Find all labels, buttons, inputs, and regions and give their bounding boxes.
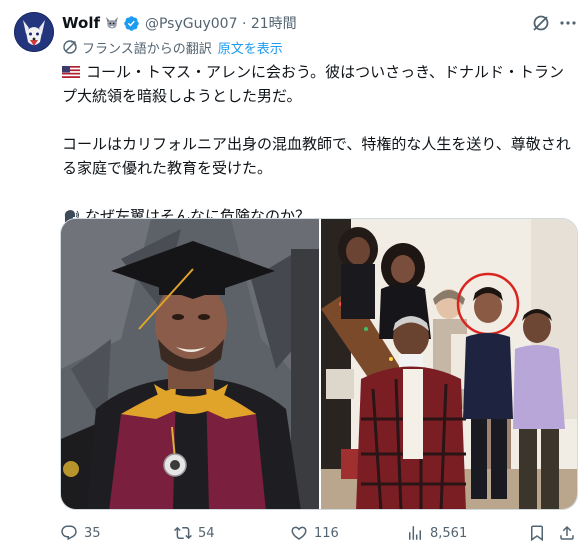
like-count: 116 — [314, 525, 339, 541]
wolf-avatar-image — [14, 12, 54, 52]
show-original-link[interactable]: 原文を表示 — [218, 38, 283, 57]
view-count: 8,561 — [430, 525, 468, 541]
avatar[interactable] — [14, 12, 54, 52]
grok-icon[interactable] — [531, 13, 551, 33]
reply-button[interactable]: 35 — [60, 521, 101, 545]
translate-icon — [62, 39, 78, 55]
media-grid[interactable] — [60, 218, 578, 510]
action-bar: 35 54 116 8,561 — [60, 521, 578, 545]
bookmark-icon — [531, 525, 543, 542]
repost-button[interactable]: 54 — [174, 521, 215, 545]
repost-icon — [174, 526, 192, 540]
views-icon — [409, 526, 421, 540]
share-button[interactable] — [558, 521, 582, 545]
share-icon — [560, 525, 574, 540]
tweet-line-2: コールはカリフォルニア出身の混血教師で、特権的な人生を送り、尊敬される家庭で優れ… — [62, 135, 571, 177]
views-button[interactable]: 8,561 — [406, 521, 467, 545]
translation-label: フランス語からの翻訳 — [82, 41, 212, 57]
tweet-paragraph-1: コール・トマス・アレンに会おう。彼はついさっき、ドナルド・トランプ大統領を暗殺し… — [62, 60, 574, 108]
tweet[interactable]: Wolf @PsyGuy007 · 21時間 フランス語からの翻訳 原文を表示 … — [0, 0, 585, 552]
graduation-portrait-photo[interactable] — [61, 219, 319, 509]
author-name[interactable]: Wolf — [62, 14, 100, 32]
author-handle-time[interactable]: @PsyGuy007 · 21時間 — [145, 13, 297, 33]
bookmark-button[interactable] — [528, 521, 552, 545]
more-options-icon[interactable] — [558, 13, 578, 33]
tweet-line-1: コール・トマス・アレンに会おう。彼はついさっき、ドナルド・トランプ大統領を暗殺し… — [62, 63, 565, 105]
repost-count: 54 — [198, 525, 215, 541]
translation-row: フランス語からの翻訳 原文を表示 — [62, 37, 283, 57]
like-button[interactable]: 116 — [290, 521, 339, 545]
heart-icon — [291, 526, 307, 540]
wolf-icon — [104, 15, 120, 31]
tweet-header: Wolf @PsyGuy007 · 21時間 — [62, 12, 297, 34]
reply-count: 35 — [84, 525, 101, 541]
reply-icon — [61, 525, 77, 541]
family-group-photo[interactable] — [321, 219, 577, 509]
us-flag-icon — [62, 61, 80, 78]
verified-badge-icon[interactable] — [123, 15, 140, 32]
tweet-text: コール・トマス・アレンに会おう。彼はついさっき、ドナルド・トランプ大統領を暗殺し… — [62, 60, 574, 228]
